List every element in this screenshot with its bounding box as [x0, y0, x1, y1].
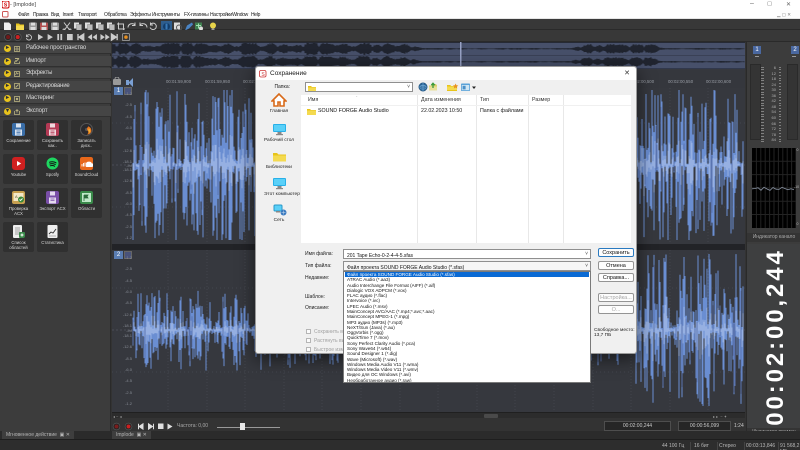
- svg-text:A: A: [15, 194, 18, 199]
